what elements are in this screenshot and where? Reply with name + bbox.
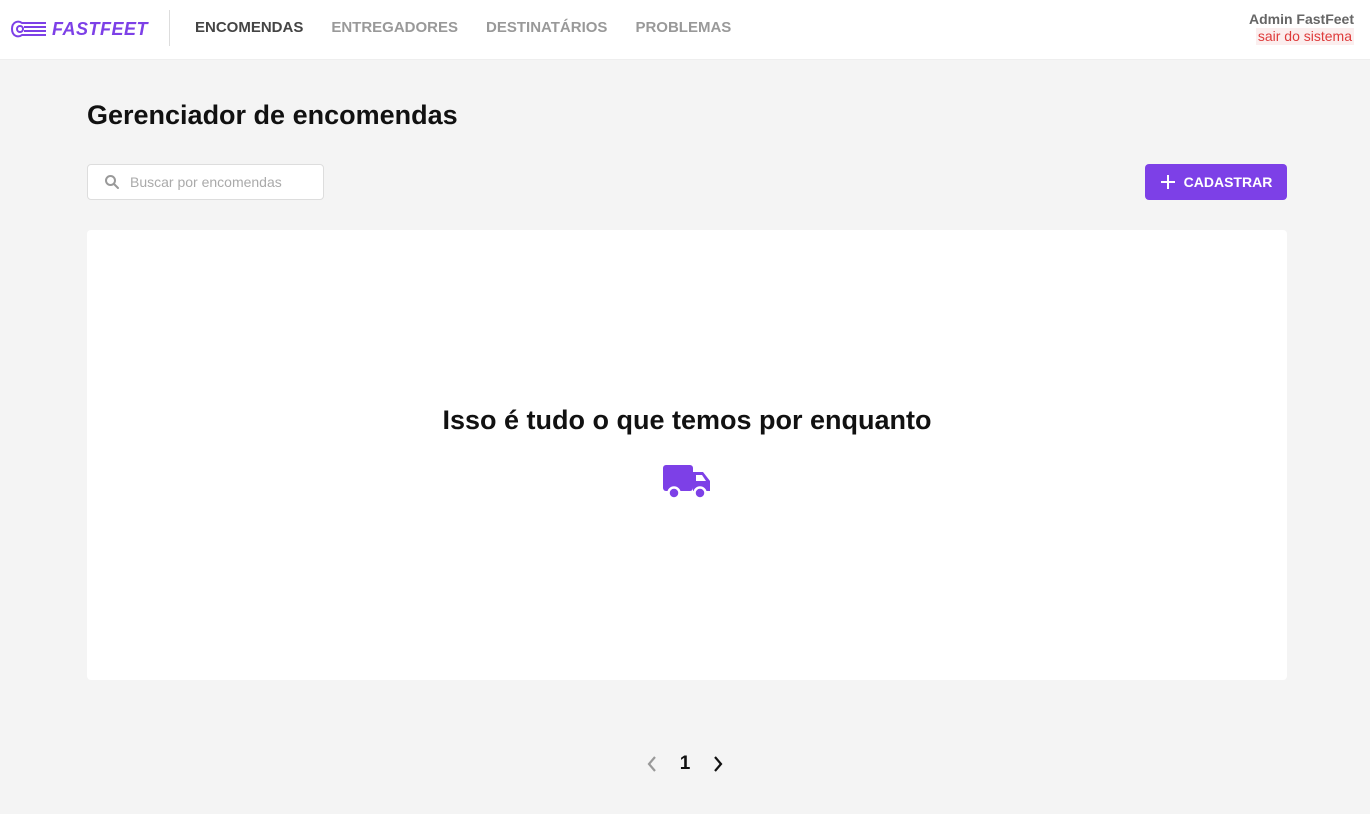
nav-item-problemas[interactable]: PROBLEMAS [635,19,731,36]
empty-state-card: Isso é tudo o que temos por enquanto [87,230,1287,680]
logo-icon [11,20,46,38]
add-order-button[interactable]: CADASTRAR [1145,164,1287,200]
prev-page-button[interactable] [644,752,660,776]
next-page-button[interactable] [710,752,726,776]
pagination: 1 [0,752,1370,776]
truck-icon [663,465,710,500]
user-profile: Admin FastFeet sair do sistema [1249,11,1354,46]
header-divider [169,10,170,46]
nav-item-encomendas[interactable]: ENCOMENDAS [195,19,303,36]
nav-item-destinatarios[interactable]: DESTINATÁRIOS [486,19,607,36]
chevron-right-icon [714,756,723,772]
page-title: Gerenciador de encomendas [87,100,458,130]
user-name: Admin FastFeet [1248,11,1354,27]
main-nav: ENCOMENDAS ENTREGADORES DESTINATÁRIOS PR… [195,19,731,36]
chevron-left-icon [647,756,656,772]
search-icon [105,175,119,189]
search-box[interactable] [87,164,324,200]
top-bar: FASTFEET ENCOMENDAS ENTREGADORES DESTINA… [0,0,1370,60]
brand-name: FASTFEET [52,18,149,39]
nav-item-entregadores[interactable]: ENTREGADORES [331,19,458,36]
add-order-label: CADASTRAR [1183,174,1273,190]
logout-button[interactable]: sair do sistema [1255,28,1354,45]
search-input[interactable] [128,173,318,191]
empty-state-message: Isso é tudo o que temos por enquanto [442,405,932,435]
current-page-number: 1 [679,753,691,774]
logo[interactable]: FASTFEET [10,17,148,41]
plus-icon [1160,175,1175,189]
